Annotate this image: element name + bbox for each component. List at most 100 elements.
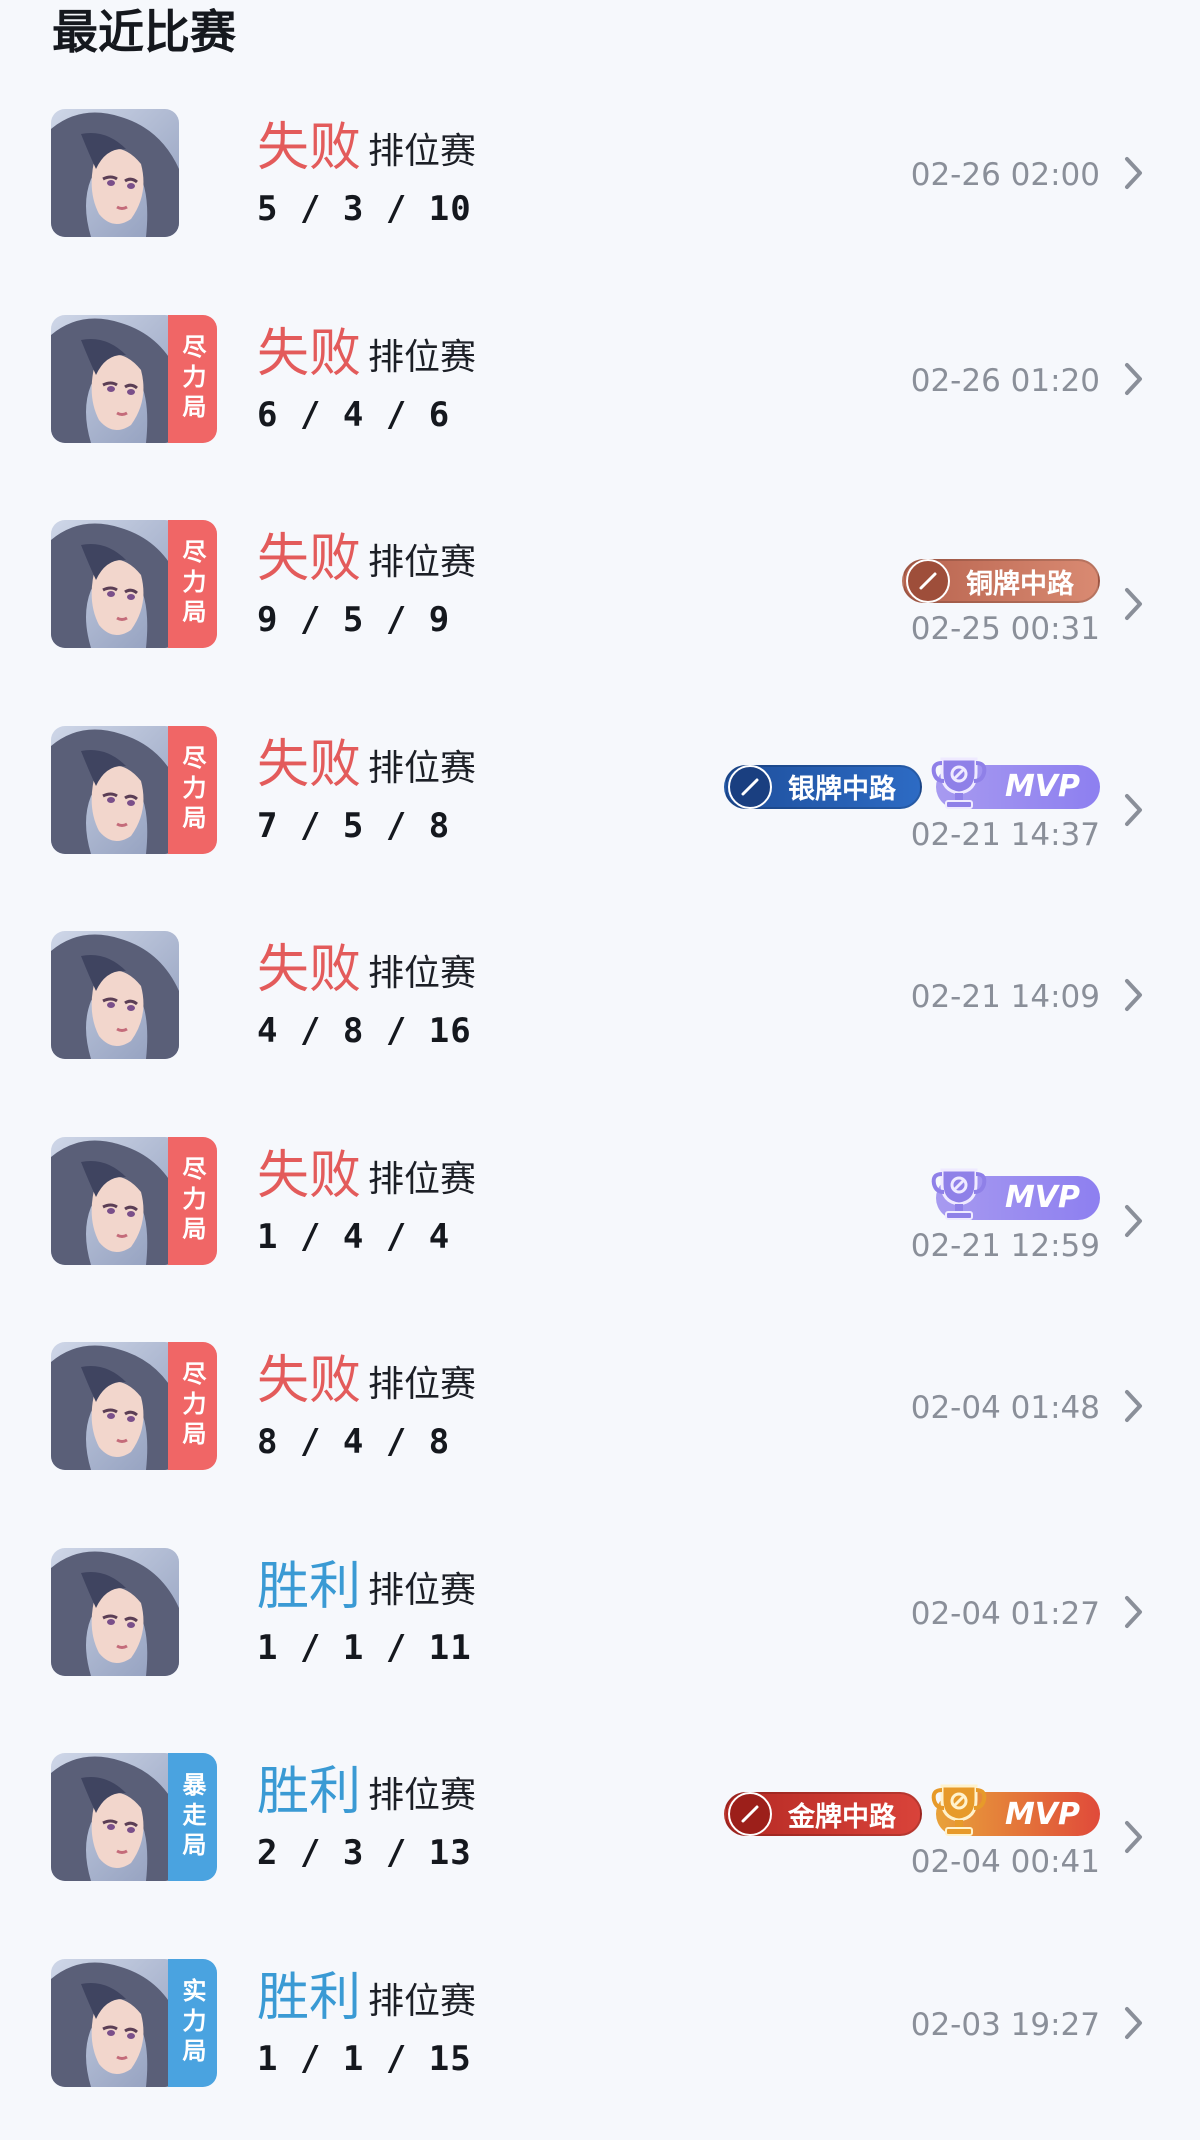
hero-portrait-icon (51, 520, 179, 648)
lane-sword-icon (728, 1792, 772, 1836)
match-list: 失败 排位赛 5 / 3 / 10 02-26 02:00 (0, 85, 1200, 2140)
match-result: 失败 (257, 324, 361, 384)
match-row[interactable]: 实力局 胜利 排位赛 1 / 1 / 15 02-03 19:27 (0, 1935, 1200, 2140)
chevron-right-icon[interactable] (1122, 1386, 1146, 1426)
mvp-label: MVP (1005, 769, 1080, 804)
hero-portrait-icon (51, 1753, 179, 1881)
match-row[interactable]: 失败 排位赛 5 / 3 / 10 02-26 02:00 (0, 85, 1200, 291)
chevron-right-icon[interactable] (1122, 1817, 1146, 1857)
page-title: 最近比赛 (52, 0, 236, 64)
hero-portrait-icon (51, 1137, 179, 1265)
match-row[interactable]: 尽力局 失败 排位赛 9 / 5 / 9 铜牌中路 02-25 00:31 (0, 496, 1200, 702)
match-kda: 2 / 3 / 13 (257, 1831, 472, 1875)
match-time: 02-26 01:20 (911, 361, 1100, 401)
match-kda: 4 / 8 / 16 (257, 1009, 472, 1053)
chevron-right-icon[interactable] (1122, 975, 1146, 1015)
match-row[interactable]: 失败 排位赛 4 / 8 / 16 02-21 14:09 (0, 907, 1200, 1113)
match-time: 02-26 02:00 (911, 155, 1100, 195)
match-result: 失败 (257, 735, 361, 795)
hero-portrait-icon (51, 315, 179, 443)
match-mode: 排位赛 (368, 538, 476, 588)
match-time: 02-04 01:27 (911, 1594, 1100, 1634)
mvp-label: MVP (1005, 1180, 1080, 1215)
chevron-right-icon[interactable] (1122, 790, 1146, 830)
match-kda: 1 / 1 / 11 (257, 1626, 472, 1670)
match-time: 02-04 01:48 (911, 1388, 1100, 1428)
match-result: 失败 (257, 940, 361, 1000)
lane-badge-label: 金牌中路 (788, 1795, 896, 1834)
match-time: 02-04 00:41 (911, 1842, 1100, 1882)
lane-badge-label: 铜牌中路 (966, 562, 1074, 601)
match-tag: 尽力局 (168, 520, 217, 648)
match-mode: 排位赛 (368, 1360, 476, 1410)
hero-portrait-icon (51, 109, 179, 237)
lane-sword-icon (906, 559, 950, 603)
lane-badge: 铜牌中路 (902, 559, 1100, 603)
match-badges: 金牌中路 MVP (724, 1791, 1100, 1837)
hero-portrait-icon (51, 726, 179, 854)
match-mode: 排位赛 (368, 949, 476, 999)
match-time: 02-21 12:59 (911, 1226, 1100, 1266)
match-mode: 排位赛 (368, 1977, 476, 2027)
trophy-icon (928, 751, 990, 813)
match-row[interactable]: 胜利 排位赛 1 / 1 / 11 02-04 01:27 (0, 1524, 1200, 1730)
match-row[interactable]: 尽力局 失败 排位赛 6 / 4 / 6 02-26 01:20 (0, 291, 1200, 497)
match-kda: 7 / 5 / 8 (257, 804, 450, 848)
mvp-badge: MVP (936, 1792, 1100, 1836)
mvp-badge: MVP (936, 765, 1100, 809)
match-badges: 铜牌中路 (902, 558, 1100, 604)
hero-portrait-icon (51, 1342, 179, 1470)
match-result: 失败 (257, 118, 361, 178)
match-mode: 排位赛 (368, 1771, 476, 1821)
match-mode: 排位赛 (368, 744, 476, 794)
chevron-right-icon[interactable] (1122, 153, 1146, 193)
match-result: 失败 (257, 1351, 361, 1411)
lane-badge: 银牌中路 (724, 765, 922, 809)
lane-sword-icon (728, 765, 772, 809)
match-time: 02-25 00:31 (911, 609, 1100, 649)
match-mode: 排位赛 (368, 127, 476, 177)
match-kda: 1 / 1 / 15 (257, 2037, 472, 2081)
mvp-badge: MVP (936, 1176, 1100, 1220)
match-result: 失败 (257, 1146, 361, 1206)
match-time: 02-03 19:27 (911, 2005, 1100, 2045)
match-tag: 实力局 (168, 1959, 217, 2087)
trophy-icon (928, 1162, 990, 1224)
match-badges: MVP (936, 1175, 1100, 1221)
chevron-right-icon[interactable] (1122, 584, 1146, 624)
match-kda: 6 / 4 / 6 (257, 393, 450, 437)
hero-portrait-icon (51, 1548, 179, 1676)
mvp-label: MVP (1005, 1797, 1080, 1832)
match-row[interactable]: 尽力局 失败 排位赛 1 / 4 / 4 MVP 02-21 12:59 (0, 1113, 1200, 1319)
match-tag: 暴走局 (168, 1753, 217, 1881)
match-mode: 排位赛 (368, 1155, 476, 1205)
hero-portrait-icon (51, 1959, 179, 2087)
match-row[interactable]: 尽力局 失败 排位赛 8 / 4 / 8 02-04 01:48 (0, 1318, 1200, 1524)
match-badges: 银牌中路 MVP (724, 764, 1100, 810)
chevron-right-icon[interactable] (1122, 359, 1146, 399)
lane-badge: 金牌中路 (724, 1792, 922, 1836)
match-mode: 排位赛 (368, 333, 476, 383)
match-result: 失败 (257, 529, 361, 589)
match-kda: 8 / 4 / 8 (257, 1420, 450, 1464)
match-tag: 尽力局 (168, 726, 217, 854)
lane-badge-label: 银牌中路 (788, 767, 896, 806)
match-row[interactable]: 尽力局 失败 排位赛 7 / 5 / 8 银牌中路 MVP 02-21 14:37 (0, 702, 1200, 908)
match-time: 02-21 14:37 (911, 815, 1100, 855)
match-row[interactable]: 暴走局 胜利 排位赛 2 / 3 / 13 金牌中路 MVP 02-04 00:4… (0, 1729, 1200, 1935)
match-kda: 9 / 5 / 9 (257, 598, 450, 642)
match-kda: 5 / 3 / 10 (257, 187, 472, 231)
hero-portrait-icon (51, 931, 179, 1059)
chevron-right-icon[interactable] (1122, 1201, 1146, 1241)
match-mode: 排位赛 (368, 1566, 476, 1616)
match-result: 胜利 (257, 1762, 361, 1822)
match-tag: 尽力局 (168, 315, 217, 443)
match-tag: 尽力局 (168, 1342, 217, 1470)
trophy-icon (928, 1778, 990, 1840)
match-result: 胜利 (257, 1557, 361, 1617)
chevron-right-icon[interactable] (1122, 1592, 1146, 1632)
match-result: 胜利 (257, 1968, 361, 2028)
match-kda: 1 / 4 / 4 (257, 1215, 450, 1259)
match-tag: 尽力局 (168, 1137, 217, 1265)
chevron-right-icon[interactable] (1122, 2003, 1146, 2043)
